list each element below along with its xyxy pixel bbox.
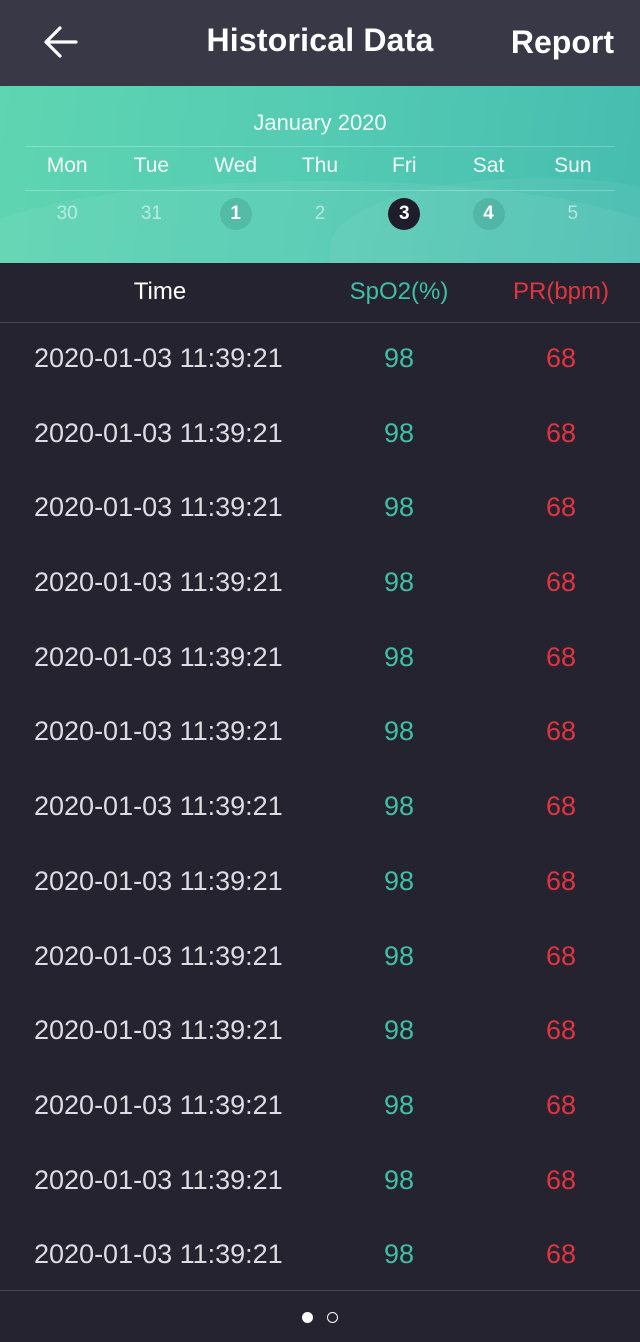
week-calendar: January 2020 Mon Tue Wed Thu Fri Sat Sun… bbox=[0, 86, 640, 263]
weekday-label: Fri bbox=[392, 154, 417, 177]
spo2-cell: 98 bbox=[383, 1164, 415, 1195]
time-cell: 2020-01-03 11:39:21 bbox=[34, 865, 283, 896]
spo2-cell: 98 bbox=[383, 417, 415, 448]
day-cell[interactable]: 4 bbox=[472, 198, 505, 230]
page-indicator bbox=[0, 1312, 640, 1323]
records-list[interactable]: 2020-01-03 11:39:21 98 68 2020-01-03 11:39:… bbox=[0, 324, 640, 1295]
table-row[interactable]: 2020-01-03 11:39:21 98 68 bbox=[0, 1146, 640, 1221]
spo2-cell: 98 bbox=[383, 791, 415, 822]
pr-cell: 68 bbox=[545, 865, 577, 896]
pr-cell: 68 bbox=[545, 492, 577, 523]
table-row[interactable]: 2020-01-03 11:39:21 98 68 bbox=[0, 1071, 640, 1146]
pr-cell: 68 bbox=[545, 791, 577, 822]
spo2-cell: 98 bbox=[383, 567, 415, 598]
page-dot-active[interactable] bbox=[302, 1312, 313, 1323]
weekday-label: Wed bbox=[214, 154, 258, 177]
pr-cell: 68 bbox=[545, 716, 577, 747]
day-cell[interactable]: 1 bbox=[219, 198, 252, 230]
weekday-label: Sun bbox=[554, 154, 592, 177]
spo2-cell: 98 bbox=[383, 492, 415, 523]
day-cell[interactable]: 31 bbox=[135, 198, 167, 230]
table-row[interactable]: 2020-01-03 11:39:21 98 68 bbox=[0, 623, 640, 698]
back-button[interactable] bbox=[38, 22, 84, 62]
arrow-left-icon bbox=[44, 26, 78, 58]
table-row[interactable]: 2020-01-03 11:39:21 98 68 bbox=[0, 1220, 640, 1295]
day-cell[interactable]: 5 bbox=[557, 198, 589, 230]
table-row[interactable]: 2020-01-03 11:39:21 98 68 bbox=[0, 697, 640, 772]
time-cell: 2020-01-03 11:39:21 bbox=[34, 492, 283, 523]
table-row[interactable]: 2020-01-03 11:39:21 98 68 bbox=[0, 473, 640, 548]
pr-cell: 68 bbox=[545, 940, 577, 971]
report-button[interactable]: Report bbox=[511, 24, 614, 61]
weekday-row: Mon Tue Wed Thu Fri Sat Sun bbox=[25, 154, 615, 178]
weekday-label: Thu bbox=[301, 154, 339, 177]
table-row[interactable]: 2020-01-03 11:39:21 98 68 bbox=[0, 548, 640, 623]
day-row: 30 31 1 2 3 4 5 bbox=[25, 198, 615, 230]
spo2-cell: 98 bbox=[383, 343, 415, 373]
time-cell: 2020-01-03 11:39:21 bbox=[34, 1239, 283, 1270]
page-dot[interactable] bbox=[327, 1312, 338, 1323]
day-cell-selected[interactable]: 3 bbox=[388, 198, 421, 230]
time-cell: 2020-01-03 11:39:21 bbox=[34, 641, 283, 672]
weekday-label: Mon bbox=[46, 154, 88, 177]
table-row[interactable]: 2020-01-03 11:39:21 98 68 bbox=[0, 772, 640, 847]
spo2-cell: 98 bbox=[383, 1015, 415, 1046]
pr-cell: 68 bbox=[545, 343, 577, 373]
spo2-cell: 98 bbox=[383, 865, 415, 896]
spo2-cell: 98 bbox=[383, 716, 415, 747]
pr-cell: 68 bbox=[545, 417, 577, 448]
day-cell[interactable]: 30 bbox=[51, 198, 83, 230]
time-cell: 2020-01-03 11:39:21 bbox=[34, 1089, 283, 1120]
spo2-cell: 98 bbox=[383, 1239, 415, 1270]
pr-cell: 68 bbox=[545, 1089, 577, 1120]
table-row[interactable]: 2020-01-03 11:39:21 98 68 bbox=[0, 922, 640, 997]
spo2-cell: 98 bbox=[383, 1089, 415, 1120]
time-cell: 2020-01-03 11:39:21 bbox=[34, 716, 283, 747]
pr-cell: 68 bbox=[545, 1239, 577, 1270]
time-cell: 2020-01-03 11:39:21 bbox=[34, 940, 283, 971]
pr-cell: 68 bbox=[545, 1164, 577, 1195]
divider bbox=[25, 146, 615, 147]
table-row[interactable]: 2020-01-03 11:39:21 98 68 bbox=[0, 847, 640, 922]
time-cell: 2020-01-03 11:39:21 bbox=[34, 1164, 283, 1195]
time-cell: 2020-01-03 11:39:21 bbox=[34, 791, 283, 822]
time-cell: 2020-01-03 11:39:21 bbox=[34, 1015, 283, 1046]
time-cell: 2020-01-03 11:39:21 bbox=[34, 417, 283, 448]
table-row[interactable]: 2020-01-03 11:39:21 98 68 bbox=[0, 399, 640, 474]
pr-cell: 68 bbox=[545, 641, 577, 672]
column-header-spo2: SpO2(%) bbox=[349, 278, 449, 305]
pr-cell: 68 bbox=[545, 567, 577, 598]
spo2-cell: 98 bbox=[383, 940, 415, 971]
top-bar: Historical Data Report bbox=[0, 0, 640, 86]
weekday-label: Sat bbox=[472, 154, 505, 177]
column-header-time: Time bbox=[133, 278, 187, 305]
table-row[interactable]: 2020-01-03 11:39:21 98 68 bbox=[0, 996, 640, 1071]
column-header-pr: PR(bpm) bbox=[512, 278, 609, 305]
month-label: January 2020 bbox=[253, 110, 387, 135]
time-cell: 2020-01-03 11:39:21 bbox=[34, 343, 283, 373]
weekday-label: Tue bbox=[133, 154, 170, 177]
table-header: Time SpO2(%) PR(bpm) bbox=[0, 263, 640, 323]
time-cell: 2020-01-03 11:39:21 bbox=[34, 567, 283, 598]
day-cell[interactable]: 2 bbox=[304, 198, 336, 230]
pr-cell: 68 bbox=[545, 1015, 577, 1046]
spo2-cell: 98 bbox=[383, 641, 415, 672]
divider bbox=[0, 1290, 640, 1291]
table-row[interactable]: 2020-01-03 11:39:21 98 68 bbox=[0, 324, 640, 399]
divider bbox=[25, 190, 615, 191]
